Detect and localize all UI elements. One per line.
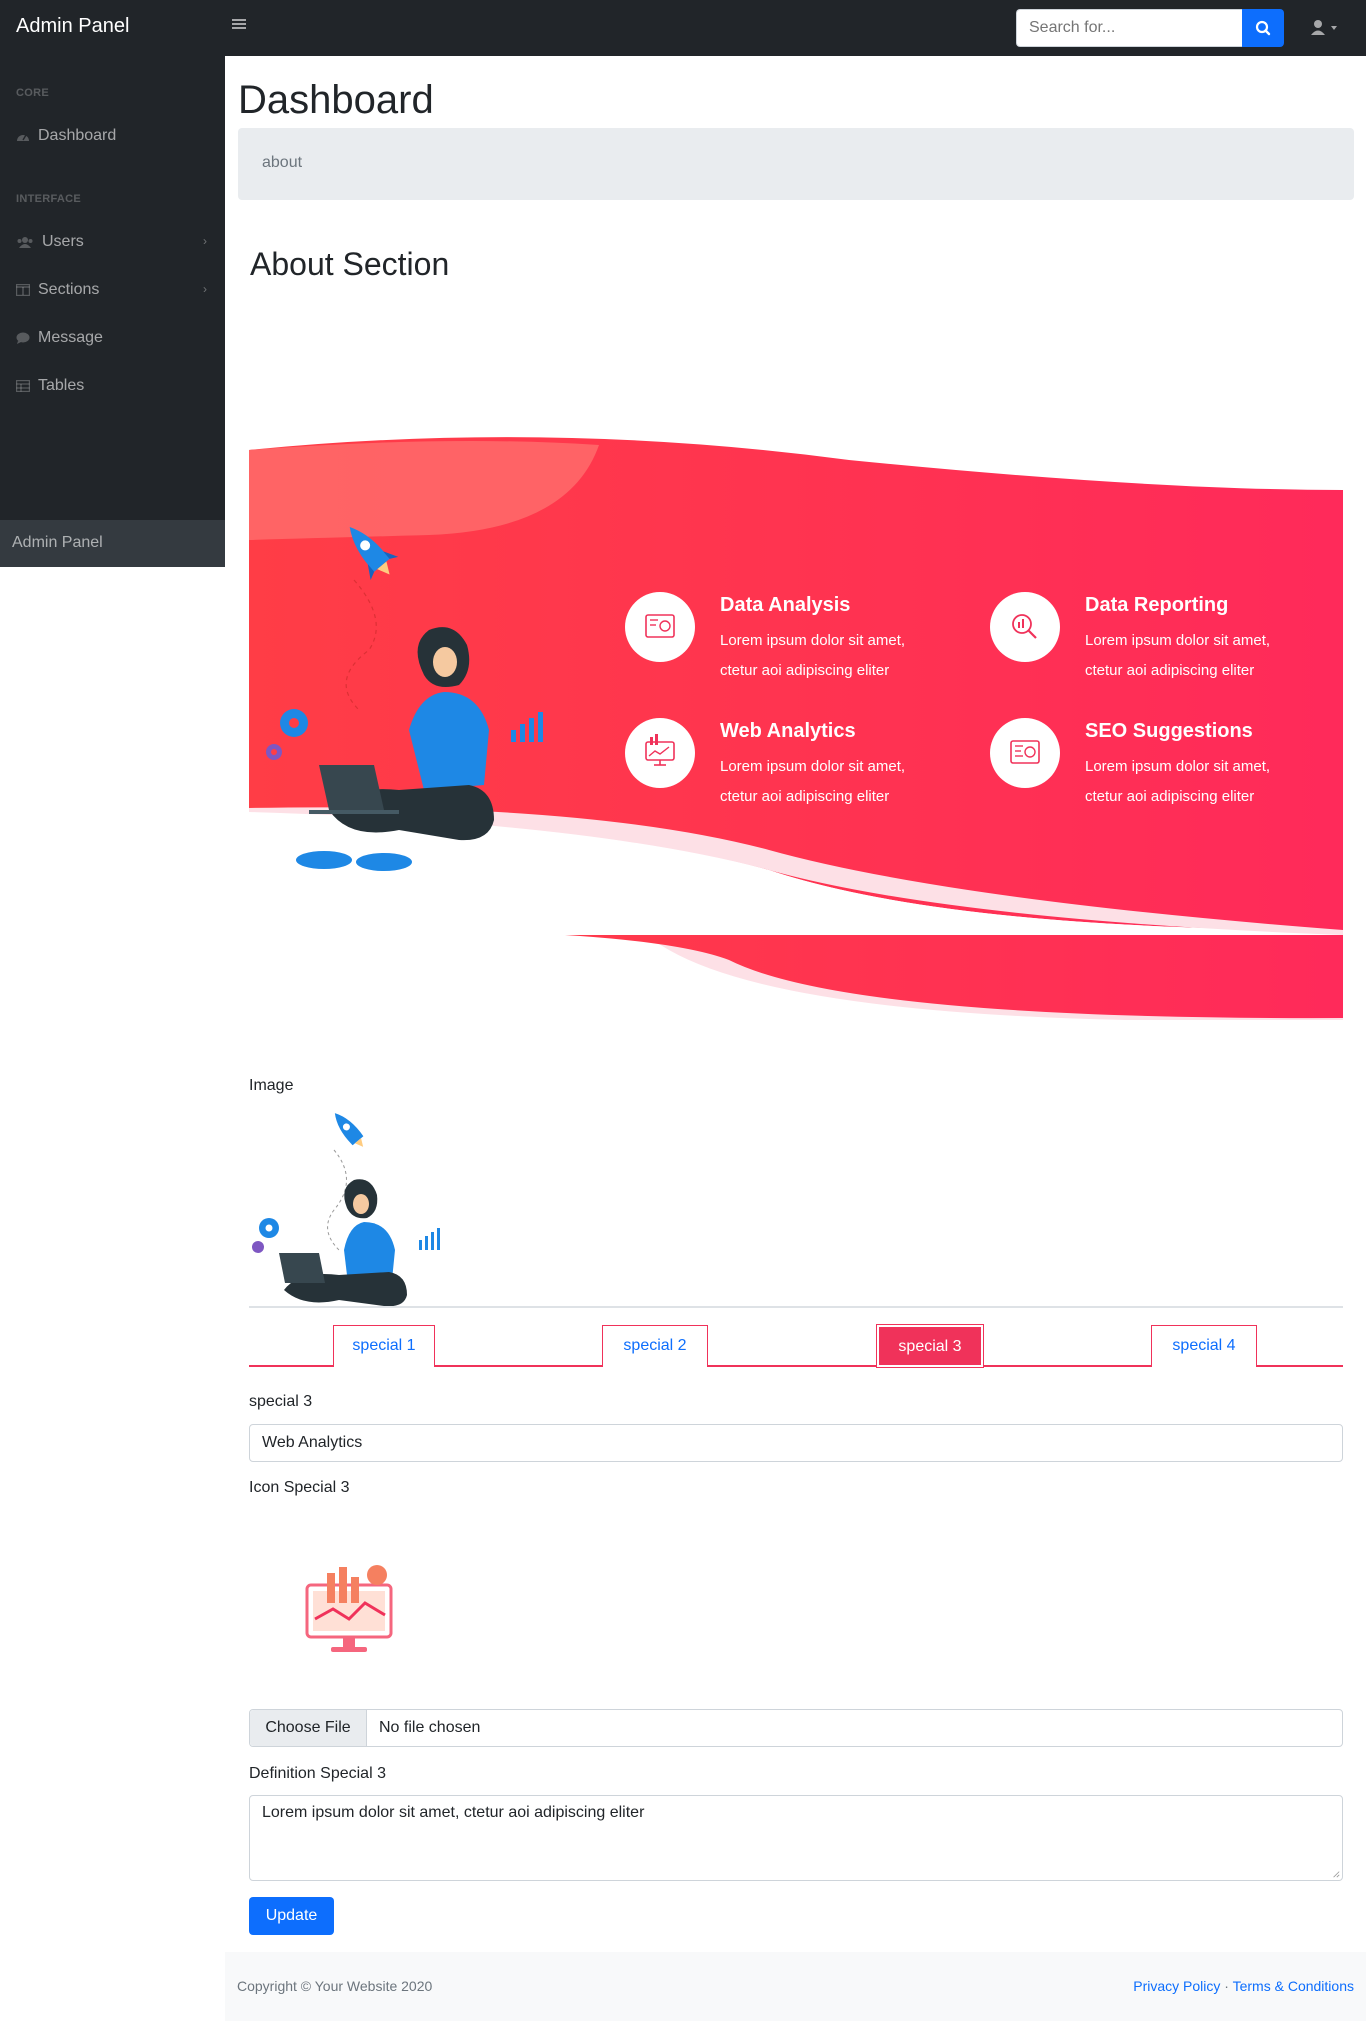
icon-preview [303,1563,401,1659]
definition-text: Lorem ipsum dolor sit amet, ctetur aoi a… [262,1804,645,1821]
users-icon [17,237,33,248]
monitor-chart-icon [645,614,675,638]
feature-icon-circle [625,718,695,788]
sidebar-item-label: Users [42,233,84,250]
footer-links: Privacy Policy · Terms & Conditions [1133,1978,1354,1994]
image-preview [249,1100,449,1308]
search-input[interactable] [1016,9,1242,47]
table-icon [16,380,30,392]
resize-handle-icon[interactable] [1332,1870,1340,1878]
chevron-right-icon: › [203,234,207,248]
sidebar-item-message[interactable]: Message [0,316,225,360]
navbar-brand[interactable]: Admin Panel [16,15,129,38]
feature-title: Data Reporting [1085,594,1229,616]
feature-desc-line2: ctetur aoi adipiscing eliter [1085,788,1255,805]
feature-title: Data Analysis [720,594,851,616]
seo-report-icon [1010,740,1040,764]
footer-separator: · [1224,1978,1229,1994]
feature-desc-line1: Lorem ipsum dolor sit amet, [1085,758,1271,775]
privacy-policy-link[interactable]: Privacy Policy [1133,1978,1220,1994]
sidebar-item-label: Dashboard [38,127,117,144]
feature-desc-line2: ctetur aoi adipiscing eliter [720,662,890,679]
feature-data-analysis: Data Analysis Lorem ipsum dolor sit amet… [625,592,945,682]
breadcrumb: about [238,128,1354,200]
tab-special-4[interactable]: special 4 [1151,1325,1257,1367]
feature-icon-circle [990,718,1060,788]
feature-desc-line2: ctetur aoi adipiscing eliter [1085,662,1255,679]
feature-desc-line1: Lorem ipsum dolor sit amet, [720,758,906,775]
top-navbar: Admin Panel [0,0,1366,56]
feature-seo-suggestions: SEO Suggestions Lorem ipsum dolor sit am… [990,718,1320,808]
sidebar-item-dashboard[interactable]: Dashboard [0,114,225,158]
definition-textarea[interactable]: Lorem ipsum dolor sit amet, ctetur aoi a… [249,1795,1343,1881]
sidebar-item-users[interactable]: Users › [0,220,225,264]
file-input[interactable]: Choose File No file chosen [249,1709,1343,1747]
web-analytics-icon [305,1565,393,1652]
user-dropdown[interactable] [1306,14,1346,42]
magnifier-report-icon [1012,614,1037,639]
file-status: No file chosen [379,1719,481,1736]
sidebar-item-tables[interactable]: Tables [0,364,225,408]
web-analytics-icon [645,734,675,766]
search-button[interactable] [1242,9,1284,47]
feature-desc-line2: ctetur aoi adipiscing eliter [720,788,890,805]
image-preview-border [249,1306,1343,1308]
sidebar-heading-core: CORE [16,87,49,99]
page-title: Dashboard [238,78,434,122]
sidebar-heading-interface: INTERFACE [16,193,82,205]
page-footer: Copyright © Your Website 2020 Privacy Po… [225,1952,1366,2021]
special-label: special 3 [249,1393,313,1410]
copyright-text: Copyright © Your Website 2020 [237,1978,433,1994]
feature-title: Web Analytics [720,720,856,742]
chevron-right-icon: › [203,282,207,296]
feature-desc-line1: Lorem ipsum dolor sit amet, [720,632,906,649]
sidebar-item-label: Tables [38,377,85,394]
sidebar-item-sections[interactable]: Sections › [0,268,225,312]
feature-web-analytics: Web Analytics Lorem ipsum dolor sit amet… [625,718,945,808]
feature-icon-circle [625,592,695,662]
sidebar-item-label: Message [38,329,103,346]
feature-icon-circle [990,592,1060,662]
special-name-input[interactable]: Web Analytics [249,1424,1343,1462]
image-label: Image [249,1077,294,1094]
terms-link[interactable]: Terms & Conditions [1233,1978,1354,1994]
sidebar-footer: Admin Panel [0,520,225,567]
breadcrumb-item: about [262,154,303,171]
definition-label: Definition Special 3 [249,1765,386,1782]
sidebar-item-label: Sections [38,281,100,298]
tab-special-1[interactable]: special 1 [333,1325,435,1367]
search-icon [1255,20,1271,36]
columns-icon [16,284,30,296]
sidebar: CORE Dashboard INTERFACE Users › Section… [0,56,225,567]
choose-file-button[interactable]: Choose File [250,1710,367,1746]
dashboard-icon [17,134,29,141]
feature-title: SEO Suggestions [1085,720,1253,742]
user-icon [1311,20,1337,35]
hamburger-icon[interactable] [232,17,248,33]
update-button[interactable]: Update [249,1897,334,1935]
about-hero-banner: Data Analysis Lorem ipsum dolor sit amet… [249,430,1343,1022]
icon-special-label: Icon Special 3 [249,1479,350,1496]
feature-desc-line1: Lorem ipsum dolor sit amet, [1085,632,1271,649]
tab-special-2[interactable]: special 2 [602,1325,708,1367]
message-icon [16,332,30,344]
feature-data-reporting: Data Reporting Lorem ipsum dolor sit ame… [990,592,1320,682]
tab-special-3[interactable]: special 3 [876,1324,984,1368]
section-title: About Section [250,246,450,282]
sidebar-footer-label: Admin Panel [12,534,103,551]
search-bar [1016,9,1284,47]
